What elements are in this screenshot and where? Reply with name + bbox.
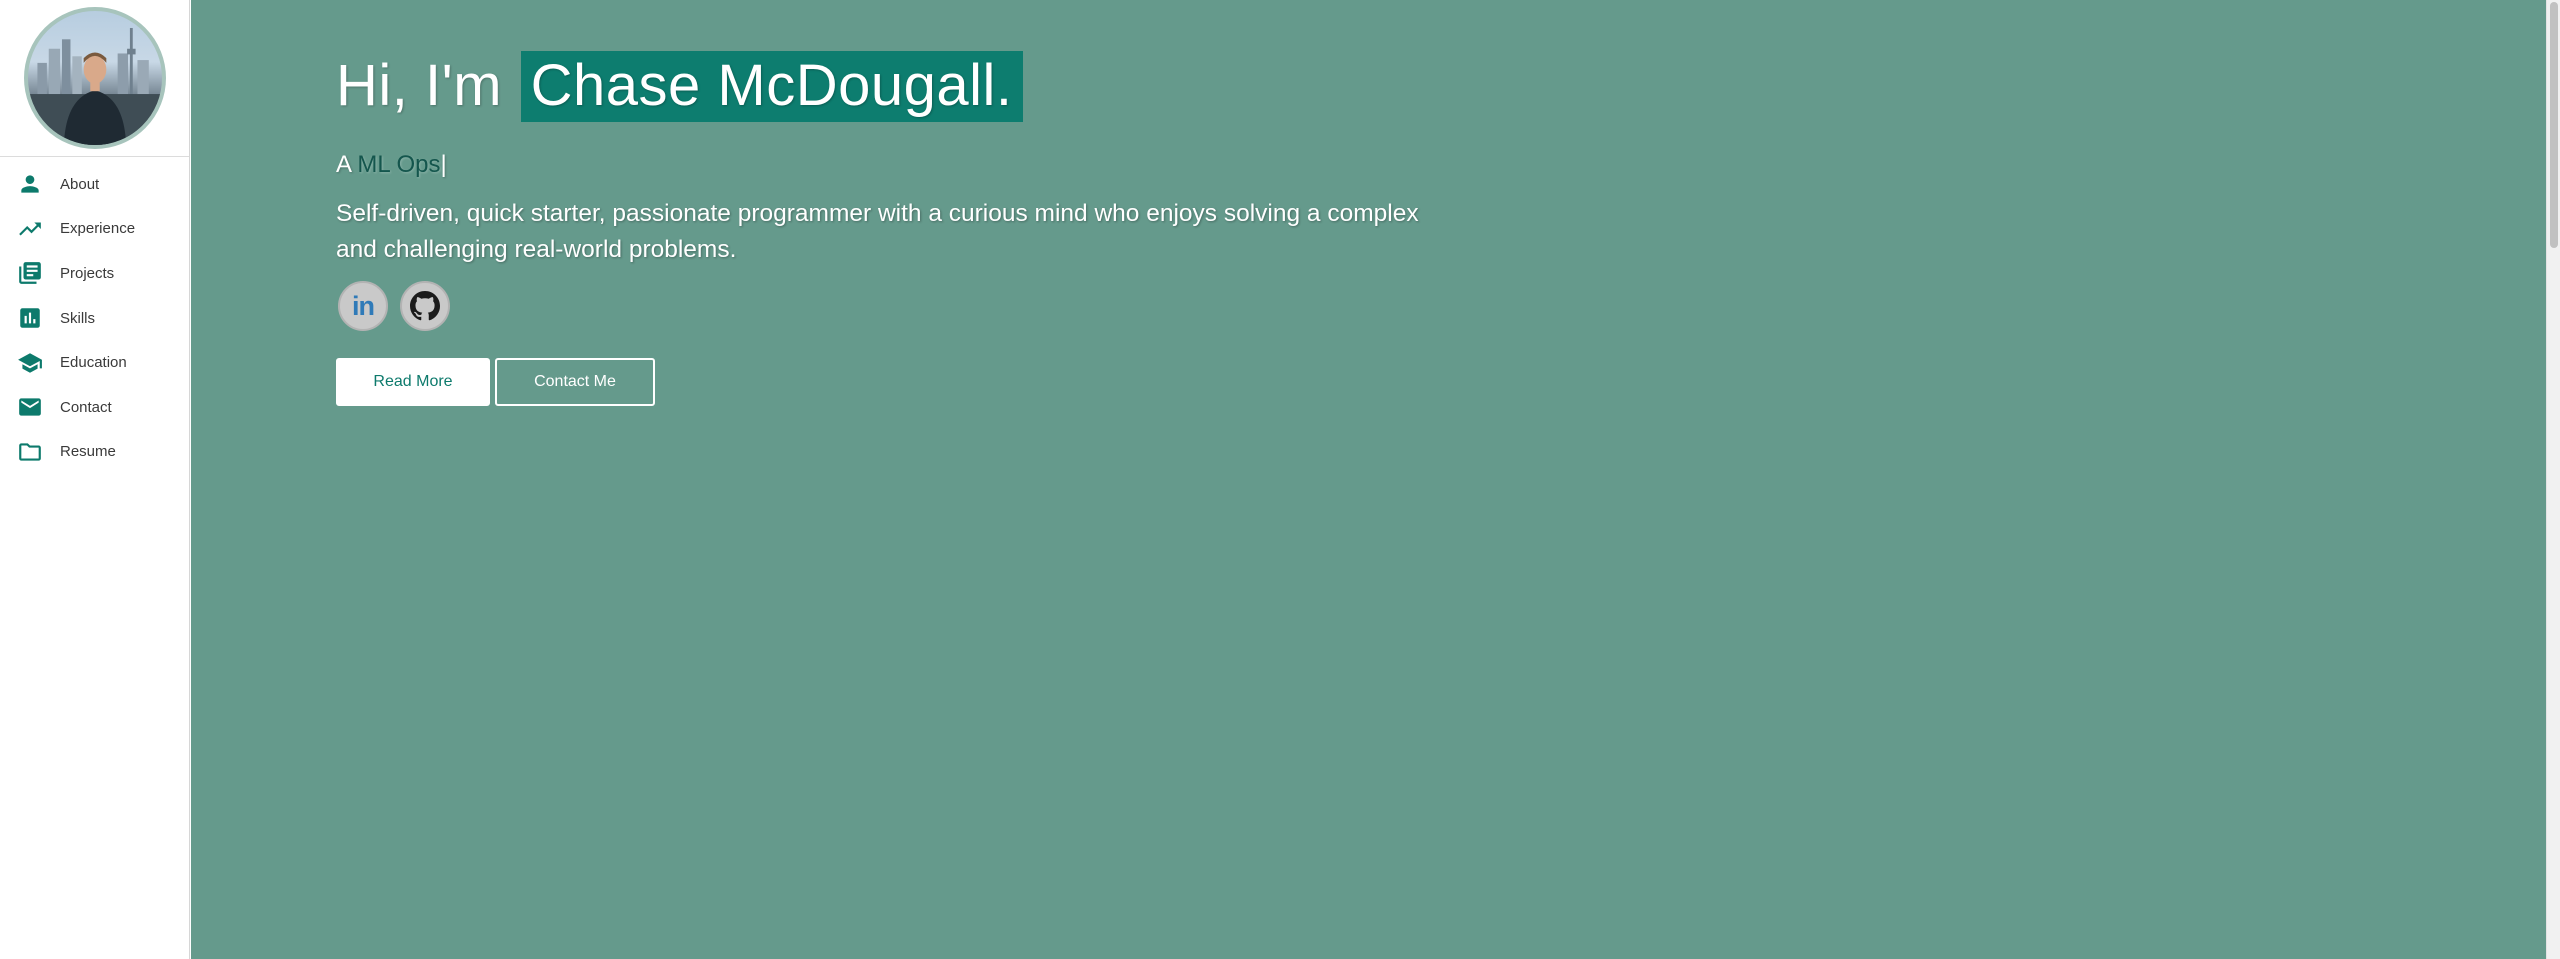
typed-prefix: A (336, 151, 351, 178)
sidebar-item-resume[interactable]: Resume (0, 430, 189, 475)
sidebar-item-label: About (60, 175, 100, 193)
person-icon (17, 171, 43, 197)
social-links: in (338, 281, 450, 331)
profile-photo (27, 27, 162, 145)
typing-cursor: | (440, 151, 447, 178)
linkedin-icon: in (352, 290, 375, 321)
hero-title: Hi, I'm Chase McDougall. (336, 51, 1023, 122)
bar-chart-icon (17, 305, 43, 331)
school-icon (17, 350, 43, 376)
sidebar-item-label: Resume (60, 443, 116, 461)
sidebar-nav: About Experience Projects Skills Educati… (0, 162, 189, 474)
linkedin-link[interactable]: in (338, 281, 388, 331)
mail-icon (17, 394, 43, 420)
typed-role-line: A ML Ops| (336, 151, 447, 179)
scrollbar-thumb[interactable] (2550, 2, 2558, 248)
sidebar-item-label: Contact (60, 398, 112, 416)
sidebar-item-label: Projects (60, 264, 115, 282)
name-highlight: Chase McDougall. (520, 51, 1023, 122)
greeting-text: Hi, I'm (336, 53, 503, 118)
sidebar-item-about[interactable]: About (0, 162, 189, 207)
avatar (23, 7, 166, 149)
page-scrollbar[interactable] (2546, 0, 2560, 959)
sidebar-item-label: Skills (60, 309, 96, 327)
hero-section: Hi, I'm Chase McDougall. A ML Ops| Self-… (191, 0, 2546, 959)
typed-role: ML Ops (357, 151, 441, 178)
folder-icon (17, 439, 43, 465)
sidebar-item-projects[interactable]: Projects (0, 251, 189, 296)
sidebar-item-experience[interactable]: Experience (0, 207, 189, 252)
sidebar-item-label: Experience (60, 220, 136, 238)
sidebar: About Experience Projects Skills Educati… (0, 0, 190, 959)
profile-header (0, 0, 189, 157)
trending-up-icon (17, 216, 43, 242)
sidebar-item-label: Education (60, 354, 127, 372)
github-icon (410, 291, 440, 321)
tagline: Self-driven, quick starter, passionate p… (336, 200, 1419, 263)
github-link[interactable] (400, 281, 450, 331)
sidebar-item-skills[interactable]: Skills (0, 296, 189, 341)
sidebar-item-contact[interactable]: Contact (0, 385, 189, 430)
contact-me-button[interactable]: Contact Me (495, 358, 655, 406)
sidebar-item-education[interactable]: Education (0, 340, 189, 385)
read-more-button[interactable]: Read More (336, 358, 490, 406)
library-books-icon (17, 260, 43, 286)
